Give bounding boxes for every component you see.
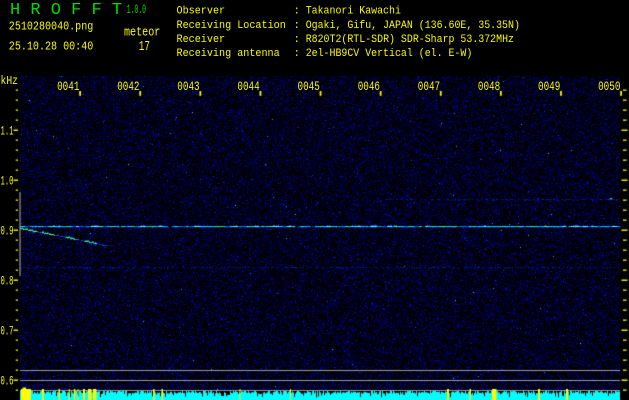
- svg-text:0045: 0045: [298, 79, 320, 94]
- svg-text:Receiving Location: Receiving Location: [177, 20, 286, 32]
- svg-text:1.0.0: 1.0.0: [127, 3, 146, 17]
- svg-text:1.1: 1.1: [1, 124, 14, 139]
- svg-text:0046: 0046: [358, 79, 380, 94]
- svg-text:meteor: meteor: [124, 25, 160, 39]
- svg-text:0.8: 0.8: [1, 274, 14, 289]
- svg-text:17: 17: [139, 39, 150, 55]
- svg-text:0043: 0043: [177, 79, 199, 94]
- svg-text:kHz: kHz: [1, 74, 19, 88]
- svg-text:0041: 0041: [57, 79, 79, 94]
- svg-text:0047: 0047: [418, 79, 440, 94]
- svg-text:0.7: 0.7: [1, 324, 14, 339]
- svg-text:: Takanori Kawachi: : Takanori Kawachi: [294, 6, 401, 18]
- svg-text:0050: 0050: [598, 79, 620, 94]
- svg-text:25.10.28 00:40: 25.10.28 00:40: [9, 40, 94, 54]
- svg-text:Receiver: Receiver: [177, 34, 226, 46]
- svg-text:1.0: 1.0: [1, 174, 14, 189]
- svg-text:0044: 0044: [237, 79, 259, 94]
- svg-text:Receiving antenna: Receiving antenna: [177, 48, 281, 60]
- svg-text:Observer: Observer: [177, 6, 226, 18]
- svg-text:: 2el-HB9CV Vertical (el. E-W): : 2el-HB9CV Vertical (el. E-W): [294, 48, 473, 60]
- svg-text:: R820T2(RTL-SDR) SDR-Sharp 53: : R820T2(RTL-SDR) SDR-Sharp 53.372MHz: [294, 34, 514, 46]
- svg-text:0.9: 0.9: [1, 224, 14, 239]
- svg-text:0.6: 0.6: [1, 374, 14, 389]
- svg-text:2510280040.png: 2510280040.png: [9, 20, 94, 34]
- svg-text:: Ogaki, Gifu, JAPAN (136.60E,: : Ogaki, Gifu, JAPAN (136.60E, 35.35N): [294, 20, 520, 32]
- svg-text:0042: 0042: [117, 79, 139, 94]
- svg-text:0049: 0049: [538, 79, 560, 94]
- svg-text:H R O F F T: H R O F F T: [10, 0, 122, 19]
- svg-text:0048: 0048: [478, 79, 500, 94]
